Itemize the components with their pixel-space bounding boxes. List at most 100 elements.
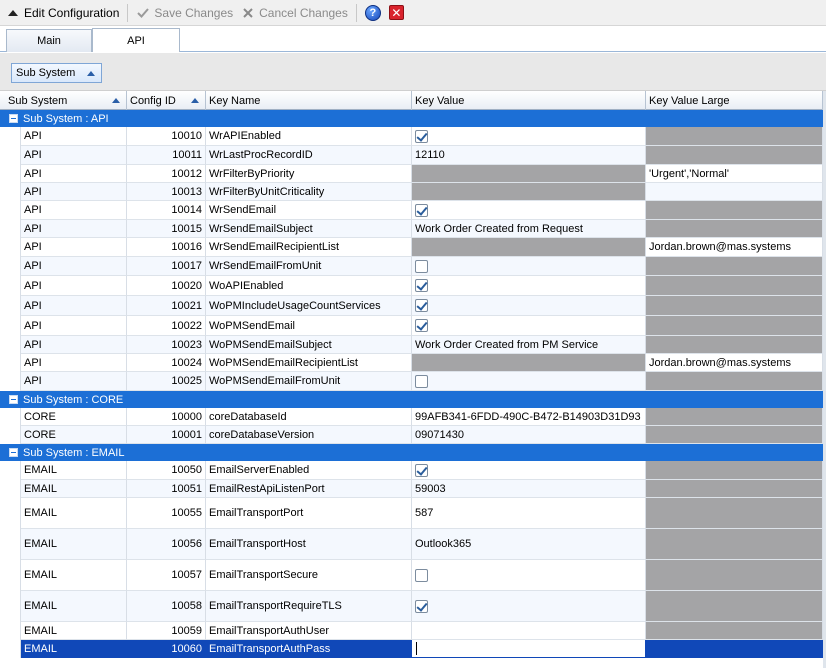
- key-value-large-cell[interactable]: [646, 201, 823, 220]
- sub-system-cell[interactable]: EMAIL: [21, 461, 127, 480]
- sub-system-cell[interactable]: EMAIL: [21, 560, 127, 591]
- sub-system-cell[interactable]: EMAIL: [21, 591, 127, 622]
- key-value-checkbox[interactable]: [415, 203, 428, 217]
- key-value-checkbox[interactable]: [415, 279, 428, 292]
- sub-system-cell[interactable]: API: [21, 296, 127, 316]
- close-button[interactable]: ✕: [388, 2, 408, 24]
- group-row[interactable]: Sub System : CORE: [0, 391, 826, 408]
- key-value-cell[interactable]: 09071430: [412, 426, 646, 444]
- column-header-config-id[interactable]: Config ID: [127, 91, 206, 110]
- key-value-large-cell[interactable]: [646, 336, 823, 354]
- sub-system-cell[interactable]: API: [21, 238, 127, 257]
- key-name-cell[interactable]: WoAPIEnabled: [206, 276, 412, 296]
- key-value-cell[interactable]: [412, 640, 646, 658]
- config-id-cell[interactable]: 10013: [127, 183, 206, 201]
- key-value-checkbox[interactable]: [415, 568, 428, 582]
- config-id-cell[interactable]: 10010: [127, 127, 206, 146]
- table-row[interactable]: API 10013 WrFilterByUnitCriticality: [0, 183, 826, 201]
- table-row[interactable]: EMAIL 10058 EmailTransportRequireTLS: [0, 591, 826, 622]
- table-row[interactable]: CORE 10001 coreDatabaseVersion 09071430: [0, 426, 826, 444]
- key-value-cell[interactable]: [412, 201, 646, 220]
- config-id-cell[interactable]: 10024: [127, 354, 206, 372]
- config-id-cell[interactable]: 10059: [127, 622, 206, 640]
- key-value-large-cell[interactable]: [646, 498, 823, 529]
- sub-system-cell[interactable]: EMAIL: [21, 498, 127, 529]
- key-value-large-cell[interactable]: [646, 146, 823, 165]
- key-name-cell[interactable]: EmailTransportAuthPass: [206, 640, 412, 658]
- key-value-cell[interactable]: [412, 238, 646, 257]
- sub-system-cell[interactable]: API: [21, 127, 127, 146]
- key-value-large-cell[interactable]: [646, 529, 823, 560]
- key-name-cell[interactable]: WoPMIncludeUsageCountServices: [206, 296, 412, 316]
- table-row[interactable]: API 10012 WrFilterByPriority 'Urgent','Norm…: [0, 165, 826, 183]
- key-value-checkbox[interactable]: [415, 374, 428, 388]
- table-row[interactable]: EMAIL 10051 EmailRestApiListenPort 59003: [0, 480, 826, 498]
- help-button[interactable]: ?: [361, 2, 389, 24]
- table-row[interactable]: EMAIL 10059 EmailTransportAuthUser: [0, 622, 826, 640]
- table-row[interactable]: EMAIL 10060 EmailTransportAuthPass: [0, 640, 826, 658]
- table-row[interactable]: API 10011 WrLastProcRecordID 12110: [0, 146, 826, 165]
- key-name-cell[interactable]: WrAPIEnabled: [206, 127, 412, 146]
- config-id-cell[interactable]: 10014: [127, 201, 206, 220]
- key-name-cell[interactable]: EmailTransportRequireTLS: [206, 591, 412, 622]
- key-name-cell[interactable]: coreDatabaseId: [206, 408, 412, 426]
- config-id-cell[interactable]: 10016: [127, 238, 206, 257]
- key-value-large-cell[interactable]: [646, 296, 823, 316]
- key-value-checkbox[interactable]: [415, 259, 428, 273]
- sub-system-cell[interactable]: API: [21, 372, 127, 391]
- key-name-cell[interactable]: coreDatabaseVersion: [206, 426, 412, 444]
- key-name-cell[interactable]: WrFilterByUnitCriticality: [206, 183, 412, 201]
- sub-system-cell[interactable]: API: [21, 354, 127, 372]
- config-id-cell[interactable]: 10055: [127, 498, 206, 529]
- key-value-large-cell[interactable]: [646, 372, 823, 391]
- key-name-cell[interactable]: EmailTransportPort: [206, 498, 412, 529]
- sub-system-cell[interactable]: API: [21, 316, 127, 336]
- sub-system-cell[interactable]: API: [21, 201, 127, 220]
- collapse-group-icon[interactable]: [9, 448, 18, 457]
- table-row[interactable]: CORE 10000 coreDatabaseId 99AFB341-6FDD-490…: [0, 408, 826, 426]
- key-value-large-cell[interactable]: [646, 560, 823, 591]
- group-row[interactable]: Sub System : API: [0, 110, 826, 127]
- sub-system-cell[interactable]: API: [21, 257, 127, 276]
- key-value-checkbox[interactable]: [415, 319, 428, 332]
- key-value-large-cell[interactable]: [646, 426, 823, 444]
- key-name-cell[interactable]: WoPMSendEmail: [206, 316, 412, 336]
- sub-system-cell[interactable]: CORE: [21, 408, 127, 426]
- key-value-cell[interactable]: Work Order Created from Request: [412, 220, 646, 238]
- config-id-cell[interactable]: 10060: [127, 640, 206, 658]
- sub-system-cell[interactable]: API: [21, 276, 127, 296]
- config-id-cell[interactable]: 10000: [127, 408, 206, 426]
- tab-api[interactable]: API: [92, 28, 180, 52]
- config-id-cell[interactable]: 10057: [127, 560, 206, 591]
- group-row[interactable]: Sub System : EMAIL: [0, 444, 826, 461]
- key-value-cell[interactable]: [412, 296, 646, 316]
- table-row[interactable]: API 10010 WrAPIEnabled: [0, 127, 826, 146]
- config-id-cell[interactable]: 10050: [127, 461, 206, 480]
- key-name-cell[interactable]: WrSendEmail: [206, 201, 412, 220]
- key-value-large-cell[interactable]: Jordan.brown@mas.systems: [646, 238, 823, 257]
- table-row[interactable]: API 10020 WoAPIEnabled: [0, 276, 826, 296]
- config-id-cell[interactable]: 10051: [127, 480, 206, 498]
- key-value-cell[interactable]: Outlook365: [412, 529, 646, 560]
- key-value-cell[interactable]: Work Order Created from PM Service: [412, 336, 646, 354]
- key-name-cell[interactable]: EmailTransportSecure: [206, 560, 412, 591]
- table-row[interactable]: API 10014 WrSendEmail: [0, 201, 826, 220]
- key-value-large-cell[interactable]: [646, 257, 823, 276]
- table-row[interactable]: EMAIL 10057 EmailTransportSecure: [0, 560, 826, 591]
- key-value-cell[interactable]: [412, 183, 646, 201]
- key-value-cell[interactable]: [412, 257, 646, 276]
- key-value-cell[interactable]: [412, 354, 646, 372]
- table-row[interactable]: API 10016 WrSendEmailRecipientList Jordan.b…: [0, 238, 826, 257]
- key-name-cell[interactable]: WrFilterByPriority: [206, 165, 412, 183]
- config-id-cell[interactable]: 10011: [127, 146, 206, 165]
- group-by-sub-system-chip[interactable]: Sub System: [11, 63, 102, 83]
- key-value-checkbox[interactable]: [415, 599, 428, 613]
- key-value-cell[interactable]: [412, 316, 646, 336]
- key-value-cell[interactable]: 12110: [412, 146, 646, 165]
- key-value-large-cell[interactable]: [646, 640, 823, 658]
- table-row[interactable]: API 10017 WrSendEmailFromUnit: [0, 257, 826, 276]
- key-value-large-cell[interactable]: [646, 316, 823, 336]
- key-value-cell[interactable]: 587: [412, 498, 646, 529]
- key-value-large-cell[interactable]: [646, 127, 823, 146]
- config-id-cell[interactable]: 10058: [127, 591, 206, 622]
